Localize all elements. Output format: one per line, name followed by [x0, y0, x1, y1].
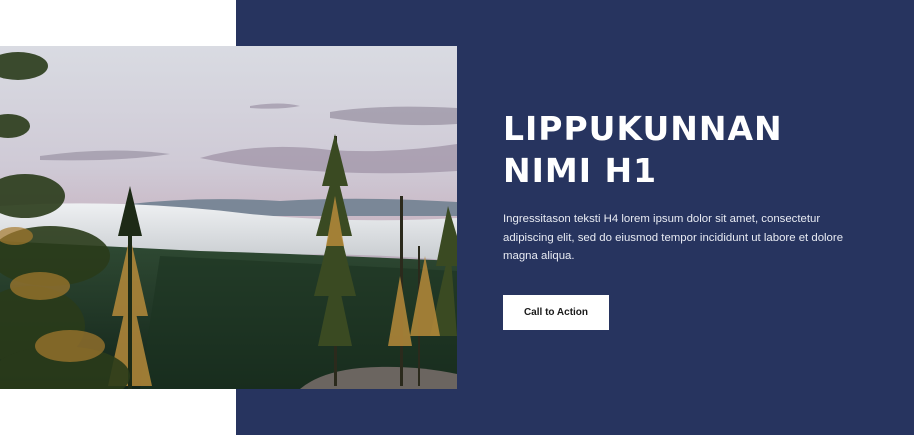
intro-text: Ingressitason teksti H4 lorem ipsum dolo…	[503, 213, 844, 262]
page-title: LIPPUKUNNAN NIMI H1	[503, 108, 863, 192]
hero-section: LIPPUKUNNAN NIMI H1 Ingressitason teksti…	[0, 0, 914, 435]
call-to-action-button[interactable]: Call to Action	[503, 295, 609, 330]
title-line-2: NIMI H1	[503, 151, 658, 190]
hero-content: LIPPUKUNNAN NIMI H1 Ingressitason teksti…	[503, 108, 863, 266]
title-line-1: LIPPUKUNNAN	[503, 109, 783, 148]
forest-landscape-image	[0, 46, 457, 389]
